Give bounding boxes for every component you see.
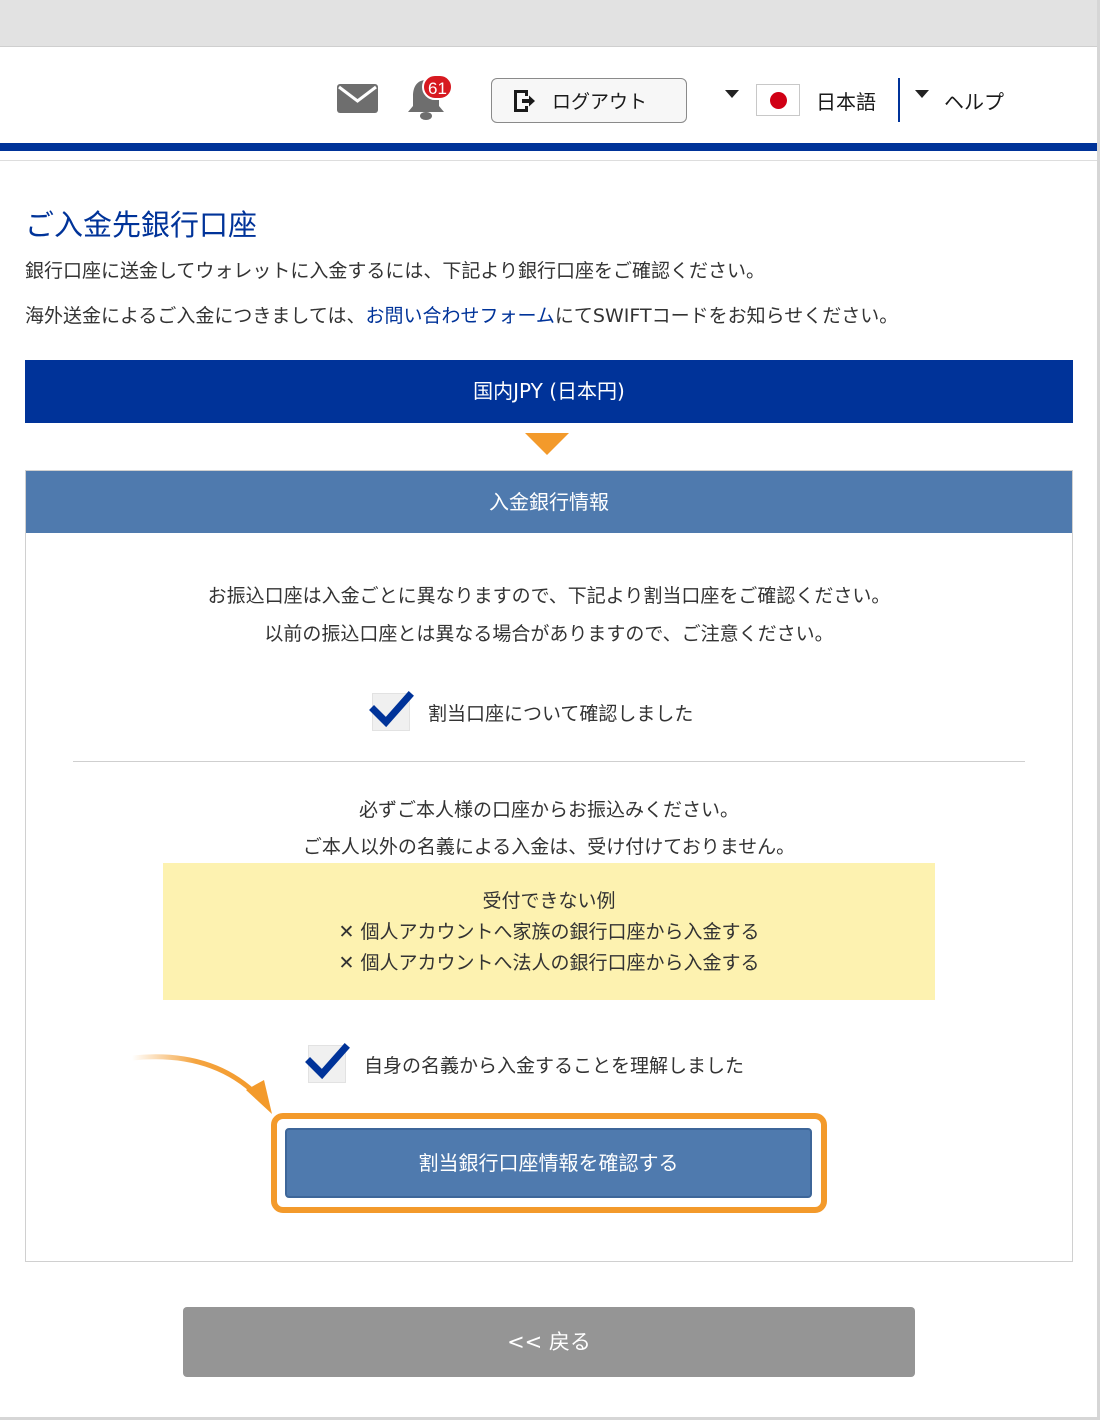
dropdown-caret-icon[interactable]: [725, 90, 739, 98]
notice-text: お振込口座は入金ごとに異なりますので、下記より割当口座をご確認ください。: [207, 585, 891, 607]
checkbox-label: 自身の名義から入金することを理解しました: [364, 1054, 745, 1077]
logout-icon: [514, 89, 535, 112]
notice-text: 必ずご本人様の口座からお振込みください。: [358, 799, 739, 821]
checkmark-icon: [305, 1043, 350, 1080]
logout-label: ログアウト: [552, 91, 648, 113]
japan-flag-icon[interactable]: [756, 84, 800, 116]
dropdown-caret-icon[interactable]: [915, 90, 929, 98]
header-separator: [898, 78, 900, 122]
flag-circle: [770, 92, 787, 109]
checkbox-own-name[interactable]: 自身の名義から入金することを理解しました: [305, 1043, 745, 1083]
browser-top-bar: [0, 0, 1100, 47]
help-menu[interactable]: ヘルプ: [944, 86, 1004, 115]
currency-tab[interactable]: 国内JPY (日本円): [25, 360, 1073, 423]
confirm-bank-info-button[interactable]: 割当銀行口座情報を確認する: [285, 1128, 812, 1198]
checkbox[interactable]: [305, 1043, 350, 1083]
card-header: 入金銀行情報: [26, 471, 1072, 533]
checkbox-confirm-account[interactable]: 割当口座について確認しました: [369, 691, 694, 731]
divider: [73, 761, 1025, 762]
back-button[interactable]: << 戻る: [183, 1307, 915, 1377]
checkbox[interactable]: [369, 691, 414, 731]
warning-box: 受付できない例 ✕ 個人アカウントへ家族の銀行口座から入金する ✕ 個人アカウン…: [163, 863, 935, 1000]
checkmark-icon: [369, 691, 414, 728]
language-selector[interactable]: 日本語: [816, 86, 876, 115]
warning-item: ✕ 個人アカウントへ法人の銀行口座から入金する: [338, 952, 760, 974]
header-thin-rule: [0, 160, 1097, 161]
notice-text: ご本人以外の名義による入金は、受け付けておりません。: [302, 836, 796, 858]
notice-text: 以前の振込口座とは異なる場合がありますので、ご注意ください。: [264, 623, 834, 645]
header-blue-rule: [0, 143, 1097, 151]
warning-title: 受付できない例: [482, 890, 616, 912]
warning-item: ✕ 個人アカウントへ家族の銀行口座から入金する: [338, 921, 760, 943]
page-title: ご入金先銀行口座: [25, 208, 258, 242]
contact-form-link[interactable]: お問い合わせフォーム: [365, 305, 554, 327]
intro-swift-text: 海外送金によるご入金につきましては、お問い合わせフォームにてSWIFTコードをお…: [25, 305, 899, 327]
logout-button[interactable]: ログアウト: [491, 78, 687, 123]
mail-icon[interactable]: [336, 83, 379, 114]
intro-text: 銀行口座に送金してウォレットに入金するには、下記より銀行口座をご確認ください。: [25, 260, 766, 282]
deposit-bank-card: 入金銀行情報 お振込口座は入金ごとに異なりますので、下記より割当口座をご確認くだ…: [25, 470, 1073, 1262]
pointer-arrow-icon: [131, 1054, 272, 1114]
checkbox-label: 割当口座について確認しました: [428, 702, 694, 725]
down-arrow-icon: [525, 433, 569, 455]
notification-bell[interactable]: 61: [403, 72, 455, 122]
notification-badge: 61: [422, 74, 453, 100]
